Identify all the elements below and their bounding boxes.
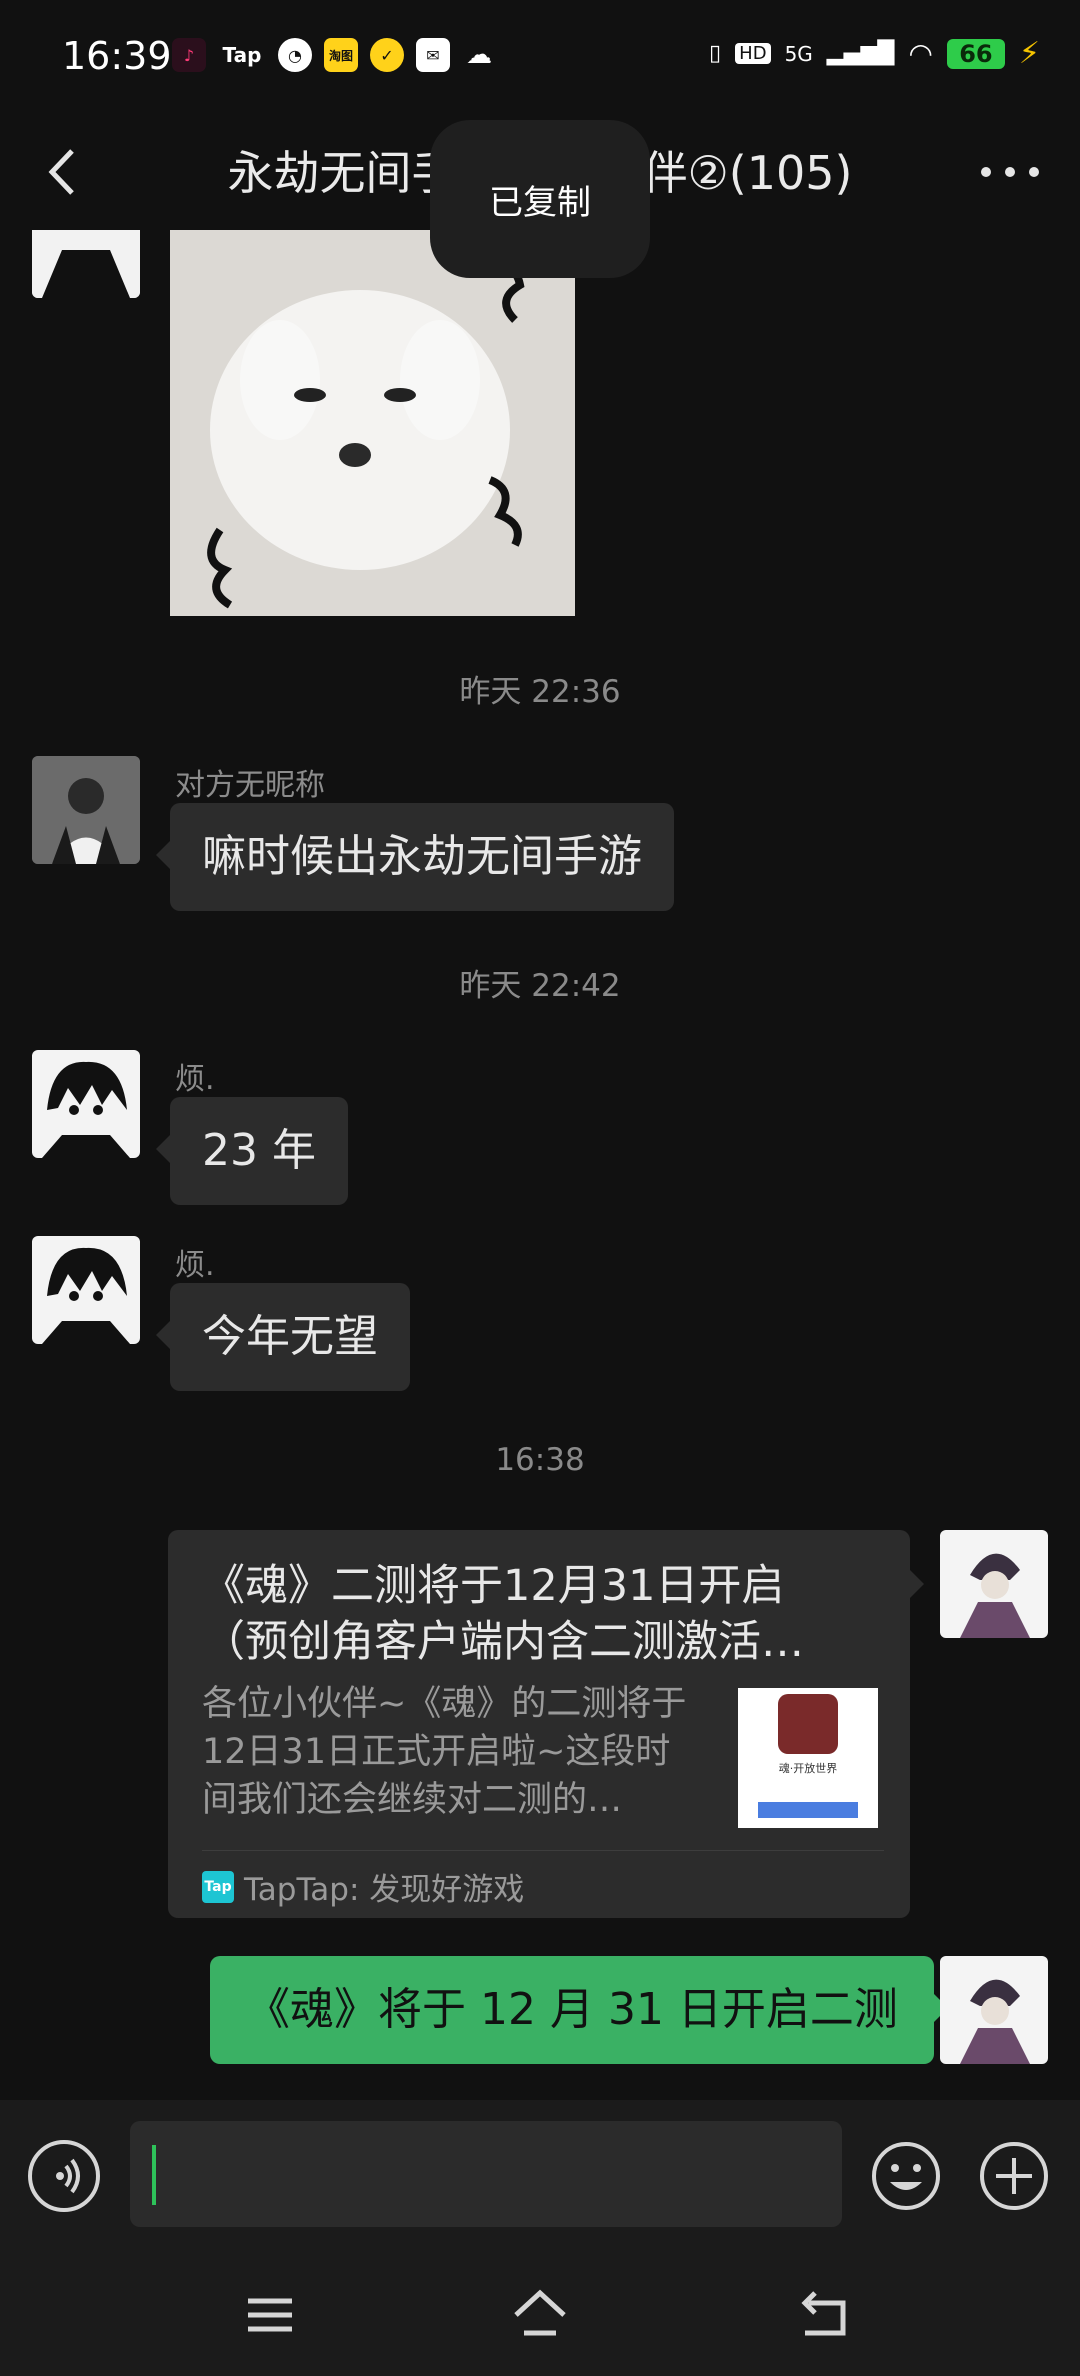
divider [202, 1850, 884, 1851]
timestamp: 昨天 22:36 [459, 674, 621, 710]
home-button[interactable] [510, 2285, 570, 2345]
voice-icon [56, 2158, 80, 2194]
signal-icon: ▂▄▆█ [826, 41, 895, 66]
speedometer-icon: ◔ [278, 38, 312, 72]
vibrate-icon: ▯ [709, 41, 722, 66]
message-bubble[interactable]: 今年无望 [156, 1283, 410, 1391]
anime-avatar-image [32, 1236, 140, 1344]
plus-icon [980, 2142, 1048, 2210]
taptap-icon: Tap [202, 1870, 234, 1903]
charging-icon: ⚡ [1018, 36, 1040, 71]
card-source-label: TapTap: 发现好游戏 [244, 1872, 525, 1908]
tap-icon: Tap [222, 43, 262, 67]
text-cursor [152, 2145, 156, 2205]
mail-icon: ✉ [416, 38, 450, 72]
status-app-icons: ♪ Tap ◔ 淘图 ✓ ✉ ☁ [172, 38, 496, 72]
chat-area[interactable]: 昨天 22:36 对方无昵称 嘛时候出永劫无间手游 昨天 22:42 烦. 23… [0, 230, 1080, 2100]
battery-indicator: 66 [946, 38, 1005, 69]
emoji-button[interactable] [870, 2140, 942, 2212]
tiktok-icon: ♪ [172, 38, 206, 72]
my-avatar-image [940, 1530, 1048, 1638]
nav-back-button[interactable] [795, 2285, 855, 2345]
back-icon [801, 2291, 846, 2336]
dog-sticker-image[interactable] [170, 230, 575, 616]
check-icon: ✓ [370, 38, 404, 72]
menu-icon [248, 2298, 292, 2332]
card-title: 《魂》二测将于12月31日开启（预创角客户端内含二测激活… [202, 1561, 804, 1667]
timestamp: 16:38 [495, 1442, 585, 1478]
hd-badge: HD [735, 43, 771, 64]
my-avatar-image [940, 1956, 1048, 2064]
status-indicators: ▯ HD 5G ▂▄▆█ ◠ 66 ⚡ [709, 36, 1040, 71]
avatar[interactable] [32, 1236, 140, 1344]
card-description: 各位小伙伴~《魂》的二测将于12日31日正式开启啦~这段时间我们还会继续对二测的… [202, 1684, 687, 1820]
home-icon [514, 2289, 566, 2336]
message-bubble[interactable]: 嘛时候出永劫无间手游 [156, 803, 674, 911]
more-button[interactable] [970, 137, 1050, 207]
user-photo-avatar [32, 756, 140, 864]
sender-name: 烦. [175, 1062, 215, 1097]
status-bar: 16:39 ♪ Tap ◔ 淘图 ✓ ✉ ☁ ▯ HD 5G ▂▄▆█ ◠ 66… [0, 0, 1080, 115]
menu-button[interactable] [240, 2285, 300, 2345]
network-label: 5G [784, 41, 813, 66]
voice-button[interactable] [28, 2140, 100, 2212]
emoji-icon [872, 2142, 940, 2210]
message-input[interactable] [130, 2121, 842, 2227]
my-avatar[interactable] [940, 1530, 1048, 1638]
anime-avatar-image [32, 230, 140, 298]
input-bar [0, 2100, 1080, 2255]
my-avatar[interactable] [940, 1956, 1048, 2064]
system-nav-bar [0, 2255, 1080, 2376]
avatar[interactable] [32, 1050, 140, 1158]
status-time: 16:39 [62, 34, 172, 78]
message-bubble[interactable]: 23 年 [156, 1097, 348, 1205]
wifi-icon: ◠ [908, 37, 933, 70]
plus-button[interactable] [978, 2140, 1050, 2212]
sender-name: 对方无昵称 [175, 768, 325, 803]
sender-name: 烦. [175, 1248, 215, 1283]
link-card[interactable]: 《魂》二测将于12月31日开启（预创角客户端内含二测激活… 各位小伙伴~《魂》的… [168, 1530, 924, 1918]
avatar[interactable] [32, 230, 140, 298]
taobao-icon: 淘图 [324, 38, 358, 72]
thumbnail-caption: 魂·开放世界 [778, 1762, 838, 1775]
avatar[interactable] [32, 756, 140, 864]
card-thumbnail: 魂·开放世界 [738, 1688, 878, 1828]
message-bubble[interactable]: 《魂》将于 12 月 31 日开启二测 [210, 1956, 948, 2064]
wechat-icon: ☁ [466, 40, 492, 70]
anime-avatar-image [32, 1050, 140, 1158]
more-icon [981, 167, 1039, 177]
card-source: Tap TapTap: 发现好游戏 [202, 1864, 524, 1909]
timestamp: 昨天 22:42 [459, 968, 621, 1004]
copied-toast: 已复制 [430, 120, 650, 278]
